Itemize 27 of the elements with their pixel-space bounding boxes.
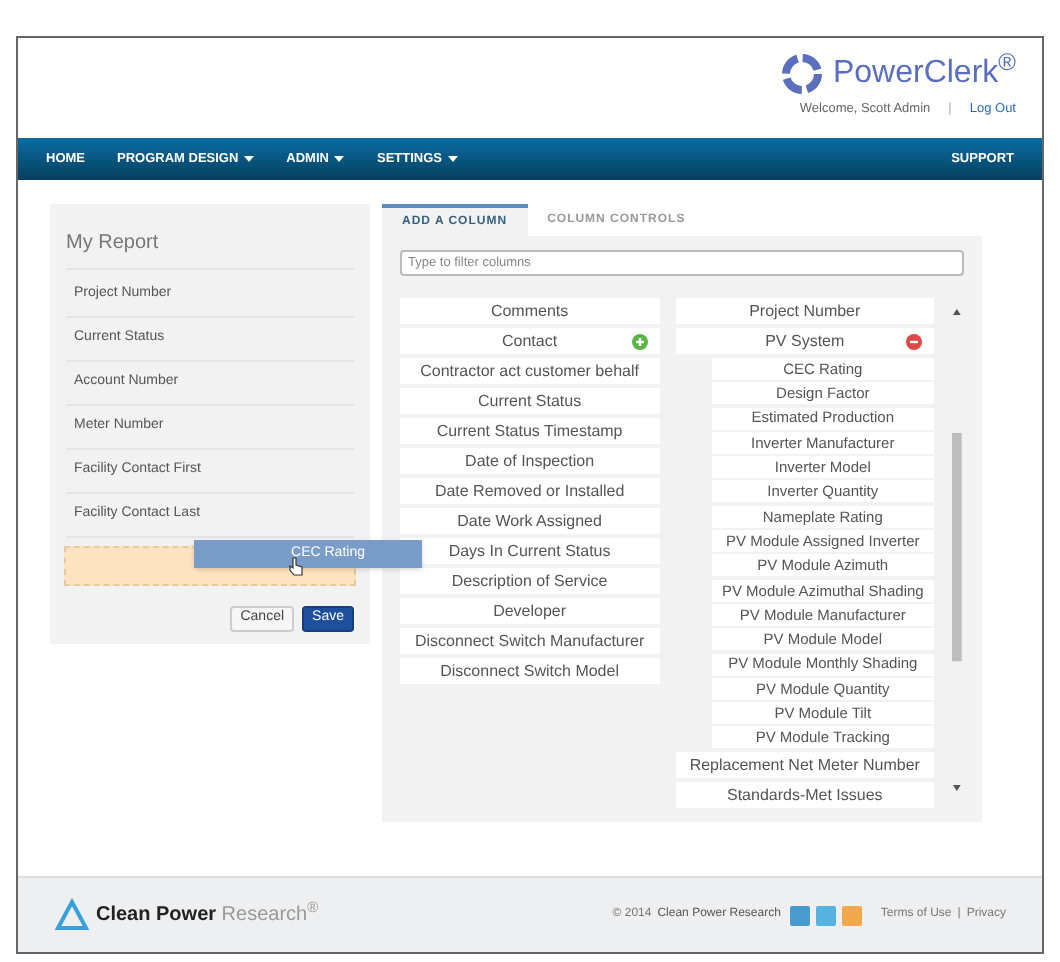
column-item[interactable]: Disconnect Switch Model — [400, 658, 660, 684]
column-item[interactable]: Date Work Assigned — [400, 508, 660, 534]
column-item[interactable]: Comments — [400, 298, 660, 324]
column-item[interactable]: Replacement Net Meter Number — [675, 752, 935, 779]
hand-cursor-icon — [288, 556, 304, 576]
app-logo: PowerClerk$^{®}$ — [832, 50, 1016, 94]
panel-title: My Report — [66, 228, 354, 270]
column-item[interactable]: Contact — [400, 328, 660, 354]
column-item[interactable]: Date Removed or Installed — [400, 478, 660, 504]
column-item[interactable]: Disconnect Switch Manufacturer — [400, 628, 660, 654]
column-item[interactable]: Date of Inspection — [400, 448, 660, 474]
caret-icon — [244, 156, 255, 162]
minus-icon[interactable] — [906, 333, 923, 349]
column-item[interactable]: Current Status Timestamp — [400, 418, 660, 444]
column-item[interactable]: Description of Service — [400, 568, 660, 594]
column-item[interactable]: Standards-Met Issues — [675, 782, 935, 809]
caret-icon — [334, 156, 345, 162]
column-item[interactable]: Developer — [400, 598, 660, 624]
logo-icon — [780, 52, 825, 96]
caret-icon — [448, 156, 458, 162]
column-item[interactable]: Current Status — [400, 388, 660, 414]
column-item[interactable]: PV System — [675, 328, 935, 354]
footer-brand: Clean Power Research$^{®}$ — [96, 900, 319, 930]
column-item[interactable]: Days In Current Status — [400, 538, 660, 564]
column-item[interactable]: Project Number — [675, 298, 935, 324]
plus-icon[interactable] — [631, 333, 648, 349]
column-item[interactable]: Contractor act customer behalf — [400, 358, 660, 384]
